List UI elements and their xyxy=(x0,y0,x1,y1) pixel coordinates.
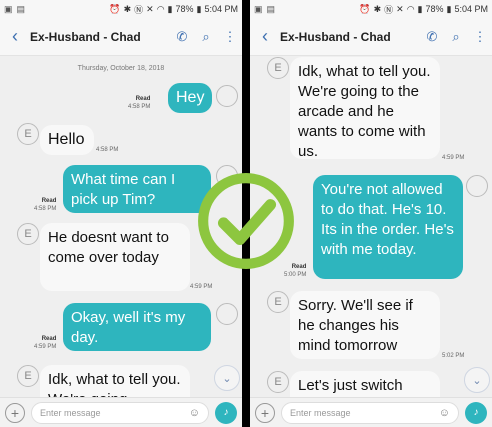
outgoing-message-bubble[interactable]: Okay, well it's my day. xyxy=(63,303,211,351)
signal-icon: ▮ xyxy=(167,3,173,14)
message-time: 4:59 PM xyxy=(442,155,465,161)
more-vert-icon[interactable]: ⋮ xyxy=(468,29,492,45)
checkmark-icon xyxy=(198,173,294,269)
contact-avatar: E xyxy=(17,365,39,387)
gallery-notification-icon: ▤ xyxy=(16,3,26,14)
gallery-notification-icon: ▤ xyxy=(266,3,276,14)
phone-icon[interactable]: ✆ xyxy=(420,29,444,45)
contact-avatar: E xyxy=(267,371,289,393)
contact-avatar: E xyxy=(267,291,289,313)
image-notification-icon: ▣ xyxy=(4,3,13,14)
message-time: 5:02 PM xyxy=(442,353,465,359)
phone-icon[interactable]: ✆ xyxy=(170,29,194,45)
contact-name: Ex-Husband - Chad xyxy=(280,29,391,44)
battery-percent: 78% xyxy=(175,4,194,14)
my-avatar xyxy=(216,303,238,325)
battery-icon: ▮ xyxy=(446,3,452,14)
incoming-message-bubble[interactable]: He doesnt want to come over today xyxy=(40,223,190,291)
wifi-icon: ◠ xyxy=(406,3,415,14)
message-meta: Read 4:59 PM xyxy=(34,336,57,350)
outgoing-message-bubble[interactable]: Hey xyxy=(168,83,212,113)
chevron-down-icon[interactable]: ⌄ xyxy=(214,365,240,391)
incoming-message-bubble[interactable]: Hello xyxy=(40,125,94,155)
message-input-placeholder: Enter message xyxy=(290,407,351,418)
mute-icon: ✕ xyxy=(396,3,404,14)
voice-icon[interactable]: ♪ xyxy=(215,401,237,424)
battery-percent: 78% xyxy=(425,4,444,14)
message-composer: + Enter message ☺ ♪ xyxy=(250,397,492,427)
message-meta: Read 4:58 PM xyxy=(34,198,57,212)
chevron-down-icon[interactable]: ⌄ xyxy=(464,367,490,393)
date-separator: Thursday, October 18, 2018 xyxy=(77,65,165,72)
message-meta: Read 4:58 PM xyxy=(128,96,151,110)
contact-avatar: E xyxy=(17,223,39,245)
my-avatar xyxy=(466,175,488,197)
contact-avatar: E xyxy=(267,57,289,79)
message-time: 4:59 PM xyxy=(190,284,213,290)
message-composer: + Enter message ☺ ♪ xyxy=(0,397,242,427)
contact-avatar: E xyxy=(17,123,39,145)
incoming-message-bubble[interactable]: Sorry. We'll see if he changes his mind … xyxy=(290,291,440,359)
outgoing-message-bubble[interactable]: What time can I pick up Tim? xyxy=(63,165,211,213)
incoming-message-bubble[interactable]: Let's just switch xyxy=(290,371,440,397)
mute-icon: ✕ xyxy=(146,3,154,14)
incoming-message-bubble[interactable]: Idk, what to tell you. We're going xyxy=(40,365,190,397)
search-icon[interactable]: ⌕ xyxy=(194,29,218,45)
back-arrow-icon[interactable]: ‹ xyxy=(250,26,280,47)
battery-icon: ▮ xyxy=(196,3,202,14)
add-icon[interactable]: + xyxy=(5,402,25,423)
alarm-icon: ⏰ xyxy=(109,3,121,14)
nfc-icon: Ⓝ xyxy=(384,4,394,15)
incoming-message-bubble[interactable]: Idk, what to tell you. We're going to th… xyxy=(290,57,440,160)
message-input[interactable]: Enter message ☺ xyxy=(31,401,209,424)
bluetooth-icon: ✱ xyxy=(123,3,132,14)
sticker-icon[interactable]: ☺ xyxy=(439,407,450,419)
status-bar: ▣ ▤ ⏰ ✱ Ⓝ ✕ ◠ ▮ 78% ▮ 5:04 PM xyxy=(250,0,492,18)
image-notification-icon: ▣ xyxy=(254,3,263,14)
alarm-icon: ⏰ xyxy=(359,3,371,14)
signal-icon: ▮ xyxy=(417,3,423,14)
conversation-header: ‹ Ex-Husband - Chad ✆ ⌕ ⋮ xyxy=(0,18,242,56)
nfc-icon: Ⓝ xyxy=(134,4,144,15)
search-icon[interactable]: ⌕ xyxy=(444,29,468,45)
my-avatar xyxy=(216,85,238,107)
sticker-icon[interactable]: ☺ xyxy=(189,407,200,419)
message-input-placeholder: Enter message xyxy=(40,407,101,418)
wifi-icon: ◠ xyxy=(156,3,165,14)
conversation-header: ‹ Ex-Husband - Chad ✆ ⌕ ⋮ xyxy=(250,18,492,56)
message-input[interactable]: Enter message ☺ xyxy=(281,401,459,424)
add-icon[interactable]: + xyxy=(255,402,275,423)
voice-icon[interactable]: ♪ xyxy=(465,401,487,424)
more-vert-icon[interactable]: ⋮ xyxy=(218,29,242,45)
bluetooth-icon: ✱ xyxy=(373,3,382,14)
status-time: 5:04 PM xyxy=(454,4,488,14)
outgoing-message-bubble[interactable]: You're not allowed to do that. He's 10. … xyxy=(313,175,463,279)
message-time: 4:58 PM xyxy=(96,147,119,153)
contact-name: Ex-Husband - Chad xyxy=(30,29,141,44)
back-arrow-icon[interactable]: ‹ xyxy=(0,26,30,47)
status-bar: ▣ ▤ ⏰ ✱ Ⓝ ✕ ◠ ▮ 78% ▮ 5:04 PM xyxy=(0,0,242,18)
status-time: 5:04 PM xyxy=(204,4,238,14)
